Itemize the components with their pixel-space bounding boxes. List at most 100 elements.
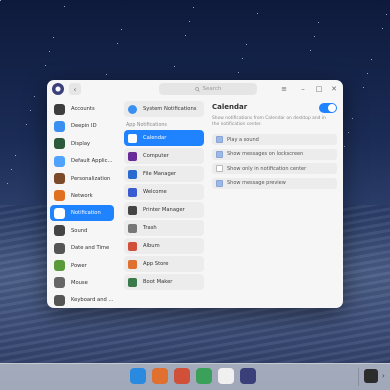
minimize-button[interactable]: – (297, 83, 309, 95)
sidebar-item-power[interactable]: Power (50, 258, 114, 274)
wallpaper-star (11, 169, 12, 170)
option-checkbox[interactable] (216, 179, 223, 187)
sidebar-item-label: Power (71, 262, 87, 269)
option-label: Show only in notification center (227, 165, 307, 172)
option-checkbox[interactable] (216, 165, 223, 172)
wallpaper-star (193, 7, 194, 8)
search-icon (194, 86, 200, 92)
wallpaper-star (314, 36, 315, 37)
app-item-file-manager[interactable]: File Manager (124, 166, 204, 182)
wallpaper-star (371, 59, 372, 60)
detail-title: Calendar (212, 103, 248, 111)
sidebar-item-clock[interactable]: Date and Time (50, 240, 114, 256)
option-label: Play a sound (227, 136, 259, 143)
wallpaper-star (363, 87, 364, 88)
notifications-toggle[interactable] (319, 103, 337, 113)
menu-button[interactable]: ≡ (278, 83, 290, 95)
back-button[interactable]: ‹ (69, 83, 81, 95)
app-item-label: Printer Manager (143, 207, 185, 213)
options-list: Play a sound Show messages on lockscreen S… (212, 134, 337, 192)
multitasking-icon[interactable] (364, 369, 378, 383)
sidebar-item-network[interactable]: Network (50, 188, 114, 204)
app-item-label: Computer (143, 153, 169, 159)
boot-maker-icon (128, 277, 137, 287)
app-item-label: Trash (143, 225, 157, 231)
dock-control-center-icon[interactable] (240, 368, 256, 384)
app-item-welcome[interactable]: Welcome (124, 184, 204, 200)
sidebar-item-display[interactable]: Display (50, 136, 114, 152)
app-item-calendar[interactable]: Calendar (124, 130, 204, 146)
sidebar-item-personalization[interactable]: Personalization (50, 171, 114, 187)
notification-icon (54, 207, 65, 219)
wallpaper-star (117, 43, 118, 44)
option-checkbox[interactable] (216, 136, 223, 143)
sidebar-item-label: Deepin ID (71, 123, 97, 130)
sidebar-item-default-apps[interactable]: Default Applic... (50, 153, 114, 169)
option-row: Show only in notification center (212, 163, 337, 174)
system-notifications-item[interactable]: System Notifications (124, 101, 204, 117)
sidebar-item-label: Mouse (71, 279, 88, 286)
dock-calendar-icon[interactable] (218, 368, 234, 384)
wallpaper-star (49, 51, 50, 52)
sidebar-item-notification[interactable]: Notification (50, 205, 114, 222)
sidebar-item-label: Keyboard and ... (71, 297, 114, 304)
app-item-label: Boot Maker (143, 279, 173, 285)
dock: › (0, 363, 390, 390)
dock-album-icon[interactable] (174, 368, 190, 384)
wallpaper-star (106, 74, 107, 75)
option-checkbox[interactable] (216, 150, 223, 158)
option-row: Show messages on lockscreen (212, 148, 337, 160)
detail-description: Show notifications from Calendar on desk… (212, 116, 326, 127)
app-store-icon (128, 259, 137, 269)
close-button[interactable]: ✕ (328, 83, 340, 95)
wallpaper-star (53, 37, 54, 38)
wallpaper-star (26, 124, 27, 125)
search-placeholder: Search (202, 86, 222, 92)
search-input[interactable]: Search (159, 83, 257, 95)
sidebar-item-accounts[interactable]: Accounts (50, 101, 114, 117)
wallpaper-star (30, 110, 31, 111)
sidebar-item-keyboard[interactable]: Keyboard and ... (50, 292, 114, 308)
display-icon (54, 138, 65, 150)
wallpaper-star (310, 50, 311, 51)
app-item-app-store[interactable]: App Store (124, 256, 204, 272)
app-item-label: Album (143, 243, 160, 249)
app-item-printer[interactable]: Printer Manager (124, 202, 204, 218)
maximize-button[interactable]: □ (313, 83, 325, 95)
wallpaper-star (242, 58, 243, 59)
wallpaper-star (344, 146, 345, 147)
sidebar-item-mouse[interactable]: Mouse (50, 275, 114, 291)
wallpaper-star (45, 65, 46, 66)
app-item-label: File Manager (143, 171, 177, 177)
wallpaper-star (238, 72, 239, 73)
system-notifications-label: System Notifications (143, 106, 197, 112)
sidebar-item-label: Display (71, 140, 91, 147)
notification-detail-panel: Calendar Show notifications from Calenda… (210, 101, 339, 308)
printer-icon (128, 205, 137, 215)
dock-music-icon[interactable] (196, 368, 212, 384)
trash-icon (128, 223, 137, 233)
calendar-icon (128, 133, 137, 143)
sidebar-item-cloud[interactable]: Deepin ID (50, 118, 114, 134)
wallpaper-star (348, 132, 349, 133)
app-item-label: Calendar (143, 135, 167, 141)
option-row: Play a sound (212, 134, 337, 145)
sidebar-item-label: Network (71, 192, 93, 199)
sidebar: Accounts Deepin ID Display Default Applic..… (50, 101, 114, 308)
album-icon (128, 241, 137, 251)
control-center-window: ‹ Search ≡ – □ ✕ Accounts Deepin ID Displa… (47, 80, 343, 308)
app-item-label: App Store (143, 261, 169, 267)
dock-app-store-icon[interactable] (152, 368, 168, 384)
app-item-boot-maker[interactable]: Boot Maker (124, 274, 204, 290)
sidebar-item-label: Notification (71, 210, 101, 217)
app-item-album[interactable]: Album (124, 238, 204, 254)
sidebar-item-sound[interactable]: Sound (50, 223, 114, 239)
app-item-computer[interactable]: Computer (124, 148, 204, 164)
app-item-trash[interactable]: Trash (124, 220, 204, 236)
tray-arrow-icon[interactable]: › (382, 372, 388, 380)
default-apps-icon (54, 155, 65, 167)
gear-icon (128, 104, 137, 114)
wallpaper-star (257, 13, 258, 14)
section-label: App Notifications (126, 122, 167, 128)
dock-file-manager-icon[interactable] (130, 368, 146, 384)
